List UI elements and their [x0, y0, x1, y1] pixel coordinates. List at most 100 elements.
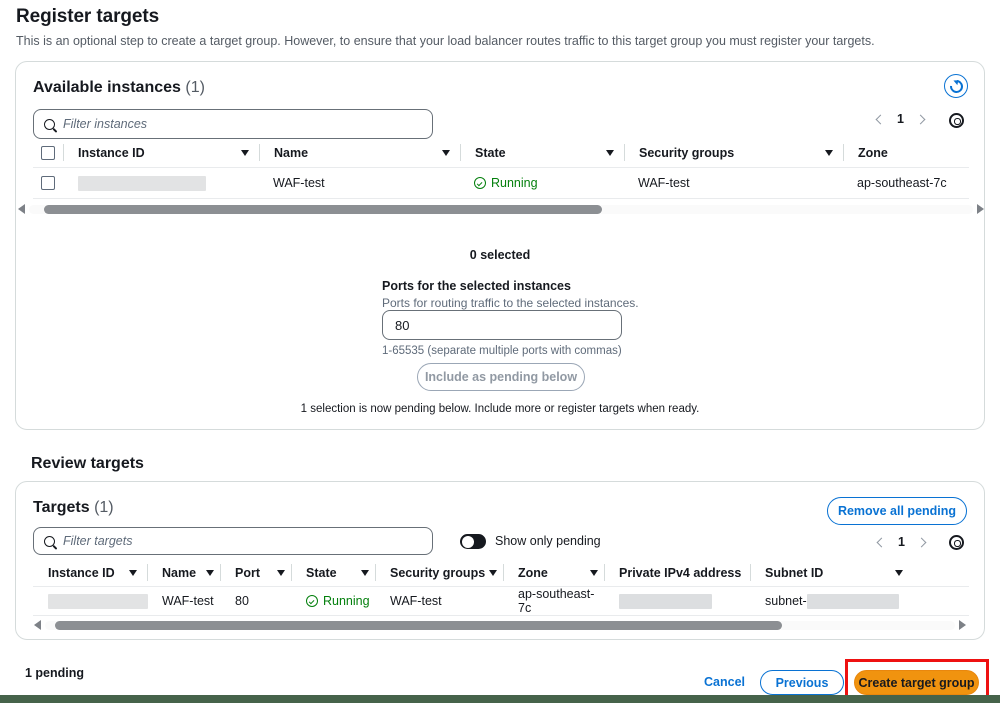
refresh-icon[interactable] — [944, 74, 968, 98]
sort-icon — [895, 569, 903, 576]
gear-icon[interactable] — [949, 535, 964, 550]
available-instances-title: Available instances — [33, 79, 181, 96]
cell-name: WAF-test — [273, 176, 325, 190]
register-targets-page: Register targets This is an optional ste… — [0, 0, 1000, 703]
scroll-track[interactable] — [45, 620, 955, 630]
search-icon — [44, 535, 55, 547]
pending-note: 1 selection is now pending below. Includ… — [300, 403, 700, 415]
column-zone[interactable]: Zone — [844, 138, 964, 167]
table-row[interactable]: WAF-test Running WAF-test ap-southeast-7… — [33, 168, 969, 199]
row-checkbox[interactable] — [33, 168, 63, 198]
filter-instances-input[interactable]: Filter instances — [33, 109, 433, 139]
show-only-pending-toggle[interactable] — [460, 534, 486, 549]
status-badge: Running — [474, 176, 538, 190]
targets-count: (1) — [94, 499, 114, 516]
select-all-checkbox[interactable] — [33, 138, 63, 167]
show-only-pending-label: Show only pending — [495, 534, 601, 548]
bottom-bar — [0, 695, 1000, 703]
chevron-right-icon[interactable] — [915, 114, 926, 124]
status-badge: Running — [306, 594, 370, 608]
sort-icon — [129, 569, 137, 576]
targets-title: Targets — [33, 499, 90, 516]
column-zone[interactable]: Zone — [504, 559, 604, 586]
search-icon — [44, 118, 55, 130]
targets-heading: Targets (1) — [33, 499, 114, 517]
ports-input-value: 80 — [395, 317, 410, 333]
filter-instances-placeholder: Filter instances — [63, 117, 148, 131]
ports-field-label: Ports for the selected instances — [382, 279, 571, 293]
gear-icon[interactable] — [949, 113, 964, 128]
column-state[interactable]: State — [461, 138, 624, 167]
column-instance-id[interactable]: Instance ID — [64, 138, 259, 167]
scroll-right-arrow-icon[interactable] — [977, 204, 984, 214]
page-title: Register targets — [16, 6, 160, 27]
available-instances-count: (1) — [185, 79, 205, 96]
previous-button[interactable]: Previous — [760, 670, 844, 695]
available-pagination: 1 — [875, 112, 926, 126]
scroll-thumb[interactable] — [55, 620, 782, 630]
column-name[interactable]: Name — [148, 559, 220, 586]
redacted-instance-id — [78, 175, 206, 191]
review-targets-container: Targets (1) Remove all pending Filter ta… — [15, 481, 985, 640]
available-horizontal-scrollbar[interactable] — [18, 202, 984, 216]
column-subnet-id[interactable]: Subnet ID — [751, 559, 907, 586]
column-private-ipv4[interactable]: Private IPv4 address — [605, 559, 750, 586]
sort-icon — [277, 569, 285, 576]
footer-pending-count: 1 pending — [25, 666, 85, 680]
remove-all-pending-button[interactable]: Remove all pending — [827, 497, 967, 525]
scroll-right-arrow-icon[interactable] — [959, 620, 966, 630]
chevron-right-icon[interactable] — [916, 537, 927, 547]
redacted-private-ipv4 — [619, 593, 712, 609]
column-security-groups[interactable]: Security groups — [376, 559, 503, 586]
targets-horizontal-scrollbar[interactable] — [34, 618, 966, 632]
scroll-thumb[interactable] — [44, 204, 602, 214]
cell-state: Running — [460, 168, 624, 198]
cell-zone: ap-southeast-7c — [518, 587, 595, 615]
page-number: 1 — [898, 535, 905, 549]
cell-instance-id — [33, 587, 148, 615]
table-row[interactable]: WAF-test 80 Running WAF-test ap-southeas… — [33, 587, 969, 616]
column-instance-id[interactable]: Instance ID — [33, 559, 147, 586]
cell-security-groups: WAF-test — [638, 176, 690, 190]
ports-input[interactable]: 80 — [382, 310, 622, 340]
subnet-id-prefix: subnet- — [765, 594, 807, 608]
page-number: 1 — [897, 112, 904, 126]
check-circle-icon — [306, 595, 318, 607]
column-security-groups[interactable]: Security groups — [625, 138, 843, 167]
column-name[interactable]: Name — [260, 138, 460, 167]
filter-targets-input[interactable]: Filter targets — [33, 527, 433, 555]
scroll-track[interactable] — [29, 204, 973, 214]
review-targets-heading: Review targets — [31, 455, 144, 472]
cell-security-groups: WAF-test — [390, 594, 442, 608]
ports-field-description: Ports for routing traffic to the selecte… — [382, 296, 639, 310]
available-instances-container: Available instances (1) Filter instances… — [15, 61, 985, 430]
chevron-left-icon[interactable] — [876, 537, 887, 547]
column-port[interactable]: Port — [221, 559, 291, 586]
available-instances-heading: Available instances (1) — [33, 79, 205, 97]
scroll-left-arrow-icon[interactable] — [34, 620, 41, 630]
targets-table-header: Instance ID Name Port State Security gro… — [33, 559, 969, 587]
sort-icon — [606, 149, 614, 156]
sort-icon — [206, 569, 214, 576]
cell-name: WAF-test — [162, 594, 214, 608]
column-state[interactable]: State — [292, 559, 375, 586]
redacted-subnet-id — [806, 593, 899, 609]
cell-state: Running — [292, 587, 376, 615]
available-table-header: Instance ID Name State Security groups Z… — [33, 138, 969, 168]
selected-count-label: 0 selected — [469, 248, 531, 262]
cancel-link[interactable]: Cancel — [704, 675, 745, 689]
cell-instance-id — [63, 168, 259, 198]
scroll-left-arrow-icon[interactable] — [18, 204, 25, 214]
check-circle-icon — [474, 177, 486, 189]
sort-icon — [442, 149, 450, 156]
sort-icon — [361, 569, 369, 576]
sort-icon — [241, 149, 249, 156]
cell-subnet-id: subnet- — [751, 587, 908, 615]
redacted-instance-id — [48, 593, 148, 609]
sort-icon — [825, 149, 833, 156]
include-as-pending-button[interactable]: Include as pending below — [417, 363, 585, 391]
chevron-left-icon[interactable] — [875, 114, 886, 124]
ports-hint: 1-65535 (separate multiple ports with co… — [382, 345, 622, 357]
cell-port: 80 — [235, 594, 249, 608]
page-subtitle: This is an optional step to create a tar… — [16, 34, 875, 48]
